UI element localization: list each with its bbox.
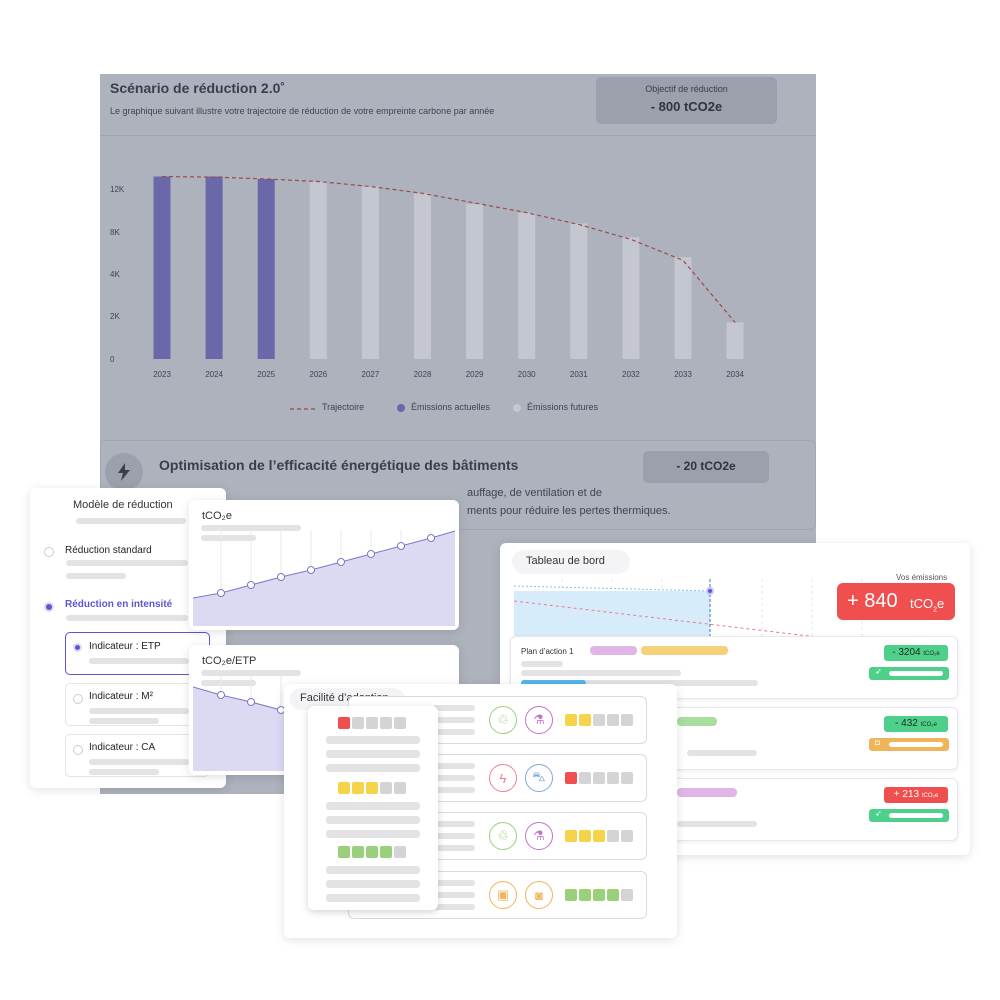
legend-current-dot (397, 404, 405, 412)
indicator-ca-label: Indicateur : CA (89, 742, 156, 753)
bar-2024 (205, 176, 223, 359)
bar-2023 (153, 176, 171, 359)
y-tick-label: 12K (110, 185, 125, 194)
wallet-icon: ▣ (489, 881, 517, 909)
page-subtitle: Le graphique suivant illustre votre traj… (110, 106, 495, 116)
x-tick-label: 2030 (518, 370, 536, 379)
emissions-unit: tCO2e (910, 596, 945, 614)
x-tick-label: 2028 (414, 370, 432, 379)
mini-chart-tco2e-label: tCO₂e (202, 510, 232, 522)
emissions-value: + 840 (847, 590, 898, 612)
action-text-line2: ments pour réduire les pertes thermiques… (467, 505, 671, 517)
x-tick-label: 2029 (466, 370, 484, 379)
x-tick-label: 2032 (622, 370, 640, 379)
bar-2031 (570, 223, 588, 359)
x-tick-label: 2025 (257, 370, 275, 379)
emissions-badge: + 840 tCO2e (837, 583, 955, 620)
y-tick-label: 0 (110, 355, 115, 364)
chart-legend: Trajectoire Émissions actuelles Émission… (290, 402, 650, 418)
plan-1-label: Plan d’action 1 (521, 647, 574, 656)
option-intensity-label[interactable]: Réduction en intensité (65, 599, 172, 610)
objective-label: Objectif de réduction (645, 84, 728, 94)
mini-chart-tco2e: tCO₂e (189, 500, 459, 630)
radio-intensity[interactable] (44, 602, 54, 612)
adoption-card: Facilité d’adoption ♲ ⚗ ϟ ⛍ ♲ ⚗ ▣ ◙ (284, 684, 677, 938)
coin-icon: ◘ (875, 738, 880, 747)
plan-3-value: + 213 tCO₂e (884, 787, 948, 803)
x-tick-label: 2023 (153, 370, 171, 379)
emissions-bar-chart: 0 2K 4K 8K 12K 2023 2024 2025 2026 2027 2028 2029 20… (110, 175, 745, 379)
plan-1-value: - 3204 tCO₂e (884, 645, 948, 661)
plan-2-tag: ◘ (869, 738, 949, 751)
mini-chart-tco2e-etp-label: tCO₂e/ETP (202, 655, 257, 667)
radio-etp[interactable] (73, 643, 82, 652)
bar-2034 (726, 322, 744, 359)
indicator-m2-label: Indicateur : M² (89, 691, 153, 702)
x-tick-label: 2027 (362, 370, 380, 379)
lightning-icon (105, 453, 143, 491)
objective-box: Objectif de réduction - 800 tCO2e (596, 77, 777, 124)
action-value: - 20 tCO2e (676, 459, 736, 473)
dashboard-title-chip: Tableau de bord (512, 550, 630, 574)
objective-value: - 800 tCO2e (650, 99, 723, 114)
flask-icon: ⚗ (525, 822, 553, 850)
bar-2027 (361, 186, 379, 359)
bar-2029 (466, 204, 484, 359)
adoption-scale-popup (308, 706, 438, 910)
radio-standard[interactable] (44, 547, 54, 557)
radio-ca[interactable] (73, 745, 83, 755)
indicator-etp-label: Indicateur : ETP (89, 641, 161, 652)
y-tick-label: 8K (110, 228, 120, 237)
recycle-icon: ♲ (489, 706, 517, 734)
y-tick-label: 2K (110, 312, 120, 321)
rocket-icon: ➶ (875, 809, 882, 818)
flask-icon: ⚗ (525, 706, 553, 734)
x-tick-label: 2031 (570, 370, 588, 379)
bar-2026 (309, 181, 327, 359)
bar-2033 (674, 257, 692, 359)
car-icon: ⛍ (525, 764, 553, 792)
plan-3-tag: ➶ (869, 809, 949, 822)
legend-future: Émissions futures (527, 402, 599, 412)
option-standard-label[interactable]: Réduction standard (65, 545, 152, 556)
legend-current: Émissions actuelles (411, 402, 491, 412)
y-tick-label: 4K (110, 270, 120, 279)
rocket-icon: ➶ (875, 667, 882, 676)
legend-future-dot (513, 404, 521, 412)
legend-trajectory: Trajectoire (322, 402, 365, 412)
x-tick-label: 2026 (309, 370, 327, 379)
action-text-line1: auffage, de ventilation et de (467, 487, 602, 499)
bar-2025 (257, 179, 275, 359)
bar-2030 (518, 212, 536, 359)
page-title: Scénario de réduction 2.0˚ (110, 80, 286, 96)
recycle-icon: ♲ (489, 822, 517, 850)
x-tick-label: 2034 (726, 370, 744, 379)
x-tick-label: 2033 (674, 370, 692, 379)
bar-2032 (622, 237, 640, 359)
model-title: Modèle de réduction (73, 499, 173, 511)
energy-icon: ϟ (489, 764, 517, 792)
washing-machine-icon: ◙ (525, 881, 553, 909)
action-title: Optimisation de l’efficacité énergétique… (159, 457, 519, 473)
action-value-box: - 20 tCO2e (643, 451, 769, 483)
radio-m2[interactable] (73, 694, 83, 704)
chart-divider (100, 135, 816, 136)
plan-1-tag: ➶ (869, 667, 949, 680)
trajectory-line (161, 175, 736, 323)
plan-2-value: - 432 tCO₂e (884, 716, 948, 732)
emissions-label: Vos émissions (896, 573, 948, 582)
bar-2028 (414, 193, 431, 359)
dashboard-title: Tableau de bord (526, 555, 605, 567)
x-tick-label: 2024 (205, 370, 223, 379)
